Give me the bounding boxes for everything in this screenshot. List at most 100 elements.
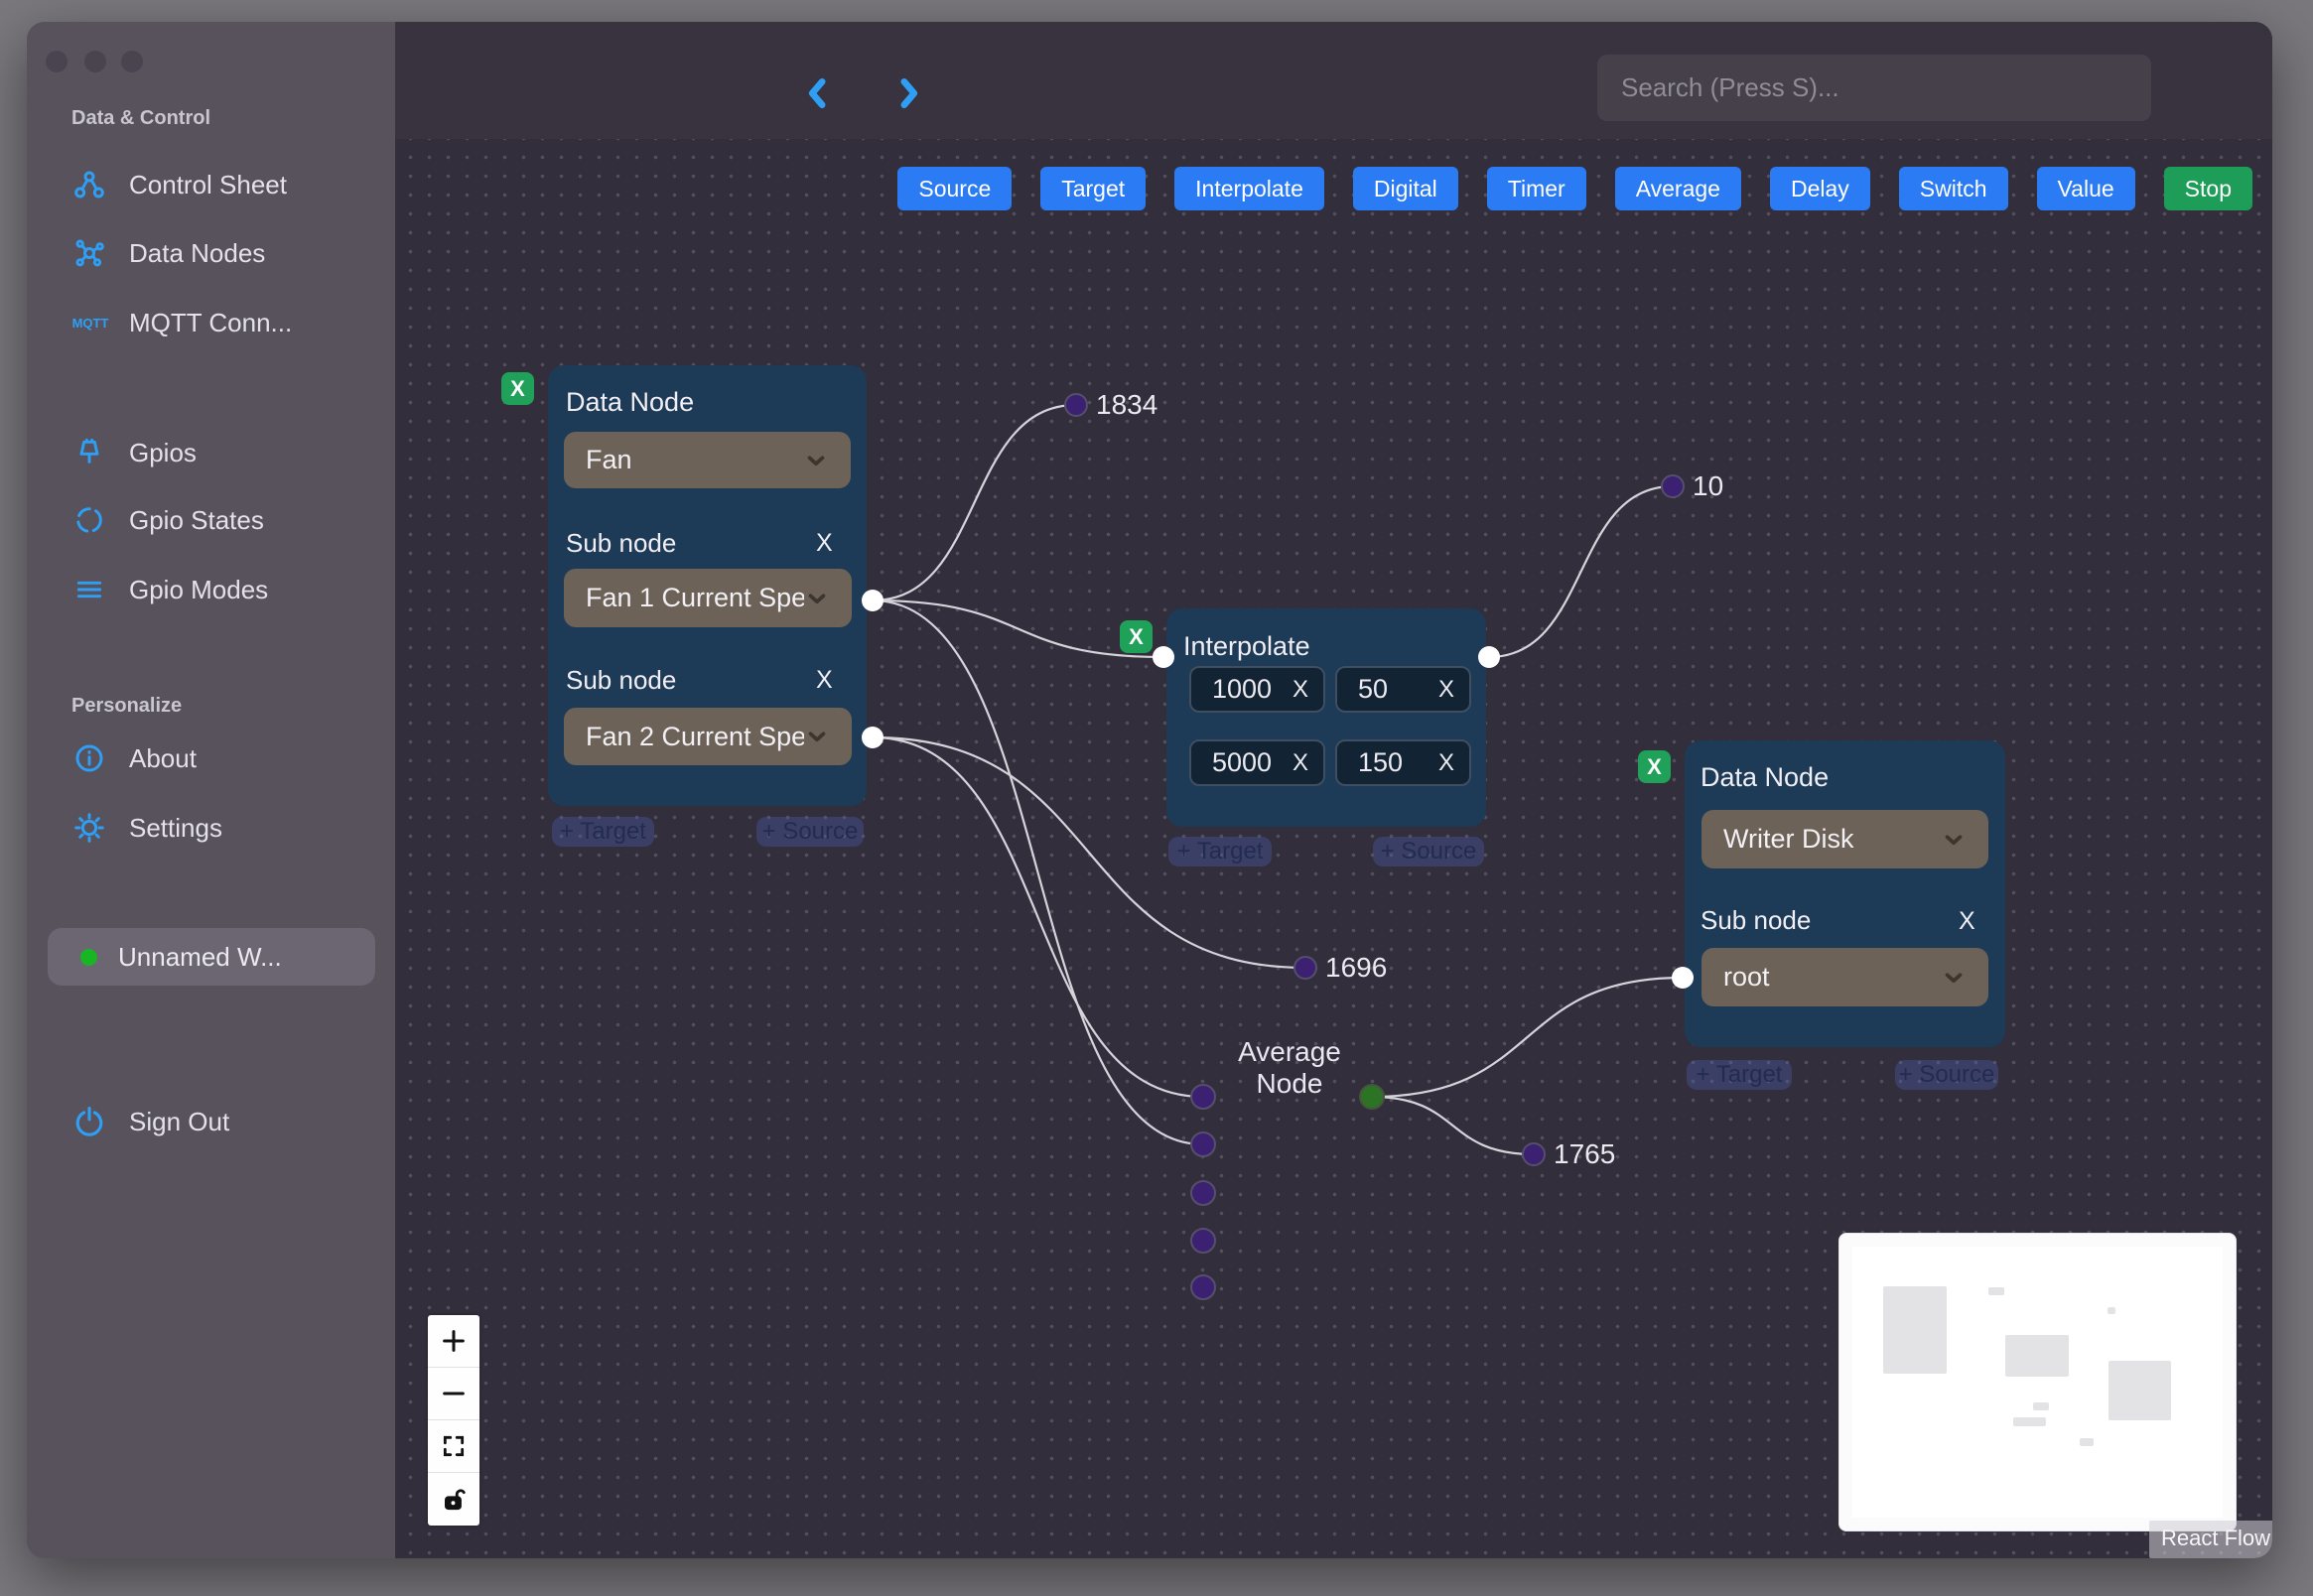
traffic-light-minimize-icon[interactable] xyxy=(84,51,106,72)
add-switch-node-button[interactable]: Switch xyxy=(1898,167,2008,210)
remove-sub-node-button[interactable]: X xyxy=(816,666,833,695)
sidebar-item-mqtt[interactable]: MQTT MQTT Conn... xyxy=(71,303,293,342)
sidebar-item-label: Gpios xyxy=(129,437,197,467)
node-title: Interpolate xyxy=(1183,631,1310,661)
fan2-source-handle[interactable] xyxy=(862,727,884,748)
minus-icon xyxy=(443,1392,465,1396)
value-node-handle[interactable] xyxy=(1522,1142,1546,1166)
chevron-down-icon xyxy=(808,593,826,603)
interpolate-target-handle[interactable] xyxy=(1153,646,1174,668)
interpolate-source-handle[interactable] xyxy=(1478,646,1500,668)
search-input[interactable] xyxy=(1597,55,2151,121)
add-target-handle-button[interactable]: + Target xyxy=(1168,837,1272,866)
sidebar-item-about[interactable]: About xyxy=(71,738,197,778)
sidebar-item-settings[interactable]: Settings xyxy=(71,808,222,848)
sub-node-select[interactable]: Fan 2 Current Spe xyxy=(564,708,852,765)
data-node-writer-disk[interactable]: Data Node Writer Disk Sub node X root xyxy=(1685,740,2005,1047)
writer-target-handle[interactable] xyxy=(1672,967,1694,989)
add-source-handle-button[interactable]: + Source xyxy=(756,817,864,847)
remove-sub-node-button[interactable]: X xyxy=(816,529,833,558)
sidebar-item-label: Gpio Modes xyxy=(129,574,269,604)
sidebar-item-control-sheet[interactable]: Control Sheet xyxy=(71,165,287,204)
minimap[interactable] xyxy=(1838,1233,2237,1531)
delete-node-button[interactable]: X xyxy=(1120,620,1153,653)
add-target-handle-button[interactable]: + Target xyxy=(1687,1060,1792,1090)
value-node-handle[interactable] xyxy=(1661,474,1685,498)
fan-select[interactable]: Fan xyxy=(564,432,851,488)
minimap-node xyxy=(2033,1402,2049,1410)
add-delay-node-button[interactable]: Delay xyxy=(1769,167,1870,210)
value-node-handle[interactable] xyxy=(1293,956,1317,980)
sidebar-item-gpio-modes[interactable]: Gpio Modes xyxy=(71,570,268,609)
sub-node-select[interactable]: Fan 1 Current Spe xyxy=(564,569,852,627)
add-digital-node-button[interactable]: Digital xyxy=(1352,167,1458,210)
writer-disk-select[interactable]: Writer Disk xyxy=(1701,810,1988,868)
fit-view-icon xyxy=(443,1435,465,1457)
minimap-node xyxy=(1988,1287,2004,1295)
sidebar-section-data-control: Data & Control xyxy=(71,107,210,129)
chevron-down-icon xyxy=(808,732,826,742)
lock-button[interactable] xyxy=(428,1473,479,1526)
add-timer-node-button[interactable]: Timer xyxy=(1486,167,1586,210)
sidebar-item-sign-out[interactable]: Sign Out xyxy=(71,1102,229,1141)
sidebar: Data & Control Control Sheet Data Nodes … xyxy=(27,22,395,1558)
delete-node-button[interactable]: X xyxy=(501,372,534,405)
add-source-node-button[interactable]: Source xyxy=(897,167,1013,210)
flow-canvas[interactable]: Source Target Interpolate Digital Timer … xyxy=(395,139,2272,1558)
data-node-fan[interactable]: Data Node Fan Sub node X Fan 1 Current S… xyxy=(548,365,867,806)
sidebar-item-gpios[interactable]: Gpios xyxy=(71,433,197,472)
sidebar-item-data-nodes[interactable]: Data Nodes xyxy=(71,233,265,273)
interpolate-cell[interactable]: 1000 X xyxy=(1189,666,1325,713)
power-icon xyxy=(71,1104,107,1139)
main-area: Source Target Interpolate Digital Timer … xyxy=(395,22,2272,1558)
average-input-handle[interactable] xyxy=(1190,1131,1216,1157)
mqtt-icon: MQTT xyxy=(71,315,109,331)
value-node-handle[interactable] xyxy=(1064,393,1088,417)
stop-button[interactable]: Stop xyxy=(2163,167,2252,210)
sidebar-item-gpio-states[interactable]: Gpio States xyxy=(71,500,264,540)
average-output-handle[interactable] xyxy=(1359,1084,1385,1110)
fan1-source-handle[interactable] xyxy=(862,590,884,611)
graph-nodes-icon xyxy=(71,235,107,271)
average-input-handle[interactable] xyxy=(1190,1274,1216,1300)
node-title: Data Node xyxy=(566,387,695,417)
remove-cell-button[interactable]: X xyxy=(1438,676,1454,704)
add-source-handle-button[interactable]: + Source xyxy=(1895,1060,1998,1090)
add-average-node-button[interactable]: Average xyxy=(1614,167,1741,210)
remove-cell-button[interactable]: X xyxy=(1293,749,1308,777)
add-interpolate-node-button[interactable]: Interpolate xyxy=(1174,167,1324,210)
interpolate-cell[interactable]: 50 X xyxy=(1335,666,1471,713)
interpolate-cell[interactable]: 150 X xyxy=(1335,739,1471,786)
remove-sub-node-button[interactable]: X xyxy=(1959,907,1975,936)
chevron-down-icon xyxy=(1945,972,1963,983)
sidebar-item-unnamed-workspace[interactable]: Unnamed W... xyxy=(48,928,375,986)
back-chevron-icon[interactable] xyxy=(798,73,838,113)
average-input-handle[interactable] xyxy=(1190,1084,1216,1110)
fit-view-button[interactable] xyxy=(428,1420,479,1473)
add-target-node-button[interactable]: Target xyxy=(1040,167,1147,210)
sidebar-section-personalize: Personalize xyxy=(71,695,183,717)
gear-icon xyxy=(71,810,107,846)
remove-cell-button[interactable]: X xyxy=(1293,676,1308,704)
delete-node-button[interactable]: X xyxy=(1638,750,1671,783)
app-window: Data & Control Control Sheet Data Nodes … xyxy=(27,22,2272,1558)
traffic-light-close-icon[interactable] xyxy=(46,51,68,72)
average-input-handle[interactable] xyxy=(1190,1180,1216,1206)
average-input-handle[interactable] xyxy=(1190,1228,1216,1254)
zoom-out-button[interactable] xyxy=(428,1368,479,1420)
plus-icon xyxy=(443,1330,465,1352)
add-value-node-button[interactable]: Value xyxy=(2036,167,2135,210)
chevron-down-icon xyxy=(807,455,825,466)
react-flow-attribution: React Flow xyxy=(2149,1521,2272,1558)
minimap-node xyxy=(1883,1286,1947,1374)
interpolate-cell[interactable]: 5000 X xyxy=(1189,739,1325,786)
remove-cell-button[interactable]: X xyxy=(1438,749,1454,777)
zoom-in-button[interactable] xyxy=(428,1315,479,1368)
node-title: Data Node xyxy=(1701,762,1830,792)
add-target-handle-button[interactable]: + Target xyxy=(552,817,654,847)
sub-node-select[interactable]: root xyxy=(1701,948,1988,1006)
forward-chevron-icon[interactable] xyxy=(888,73,928,113)
traffic-light-zoom-icon[interactable] xyxy=(121,51,143,72)
add-source-handle-button[interactable]: + Source xyxy=(1373,837,1484,866)
interpolate-node[interactable]: Interpolate 1000 X 50 X 5000 X 150 X xyxy=(1166,608,1486,827)
